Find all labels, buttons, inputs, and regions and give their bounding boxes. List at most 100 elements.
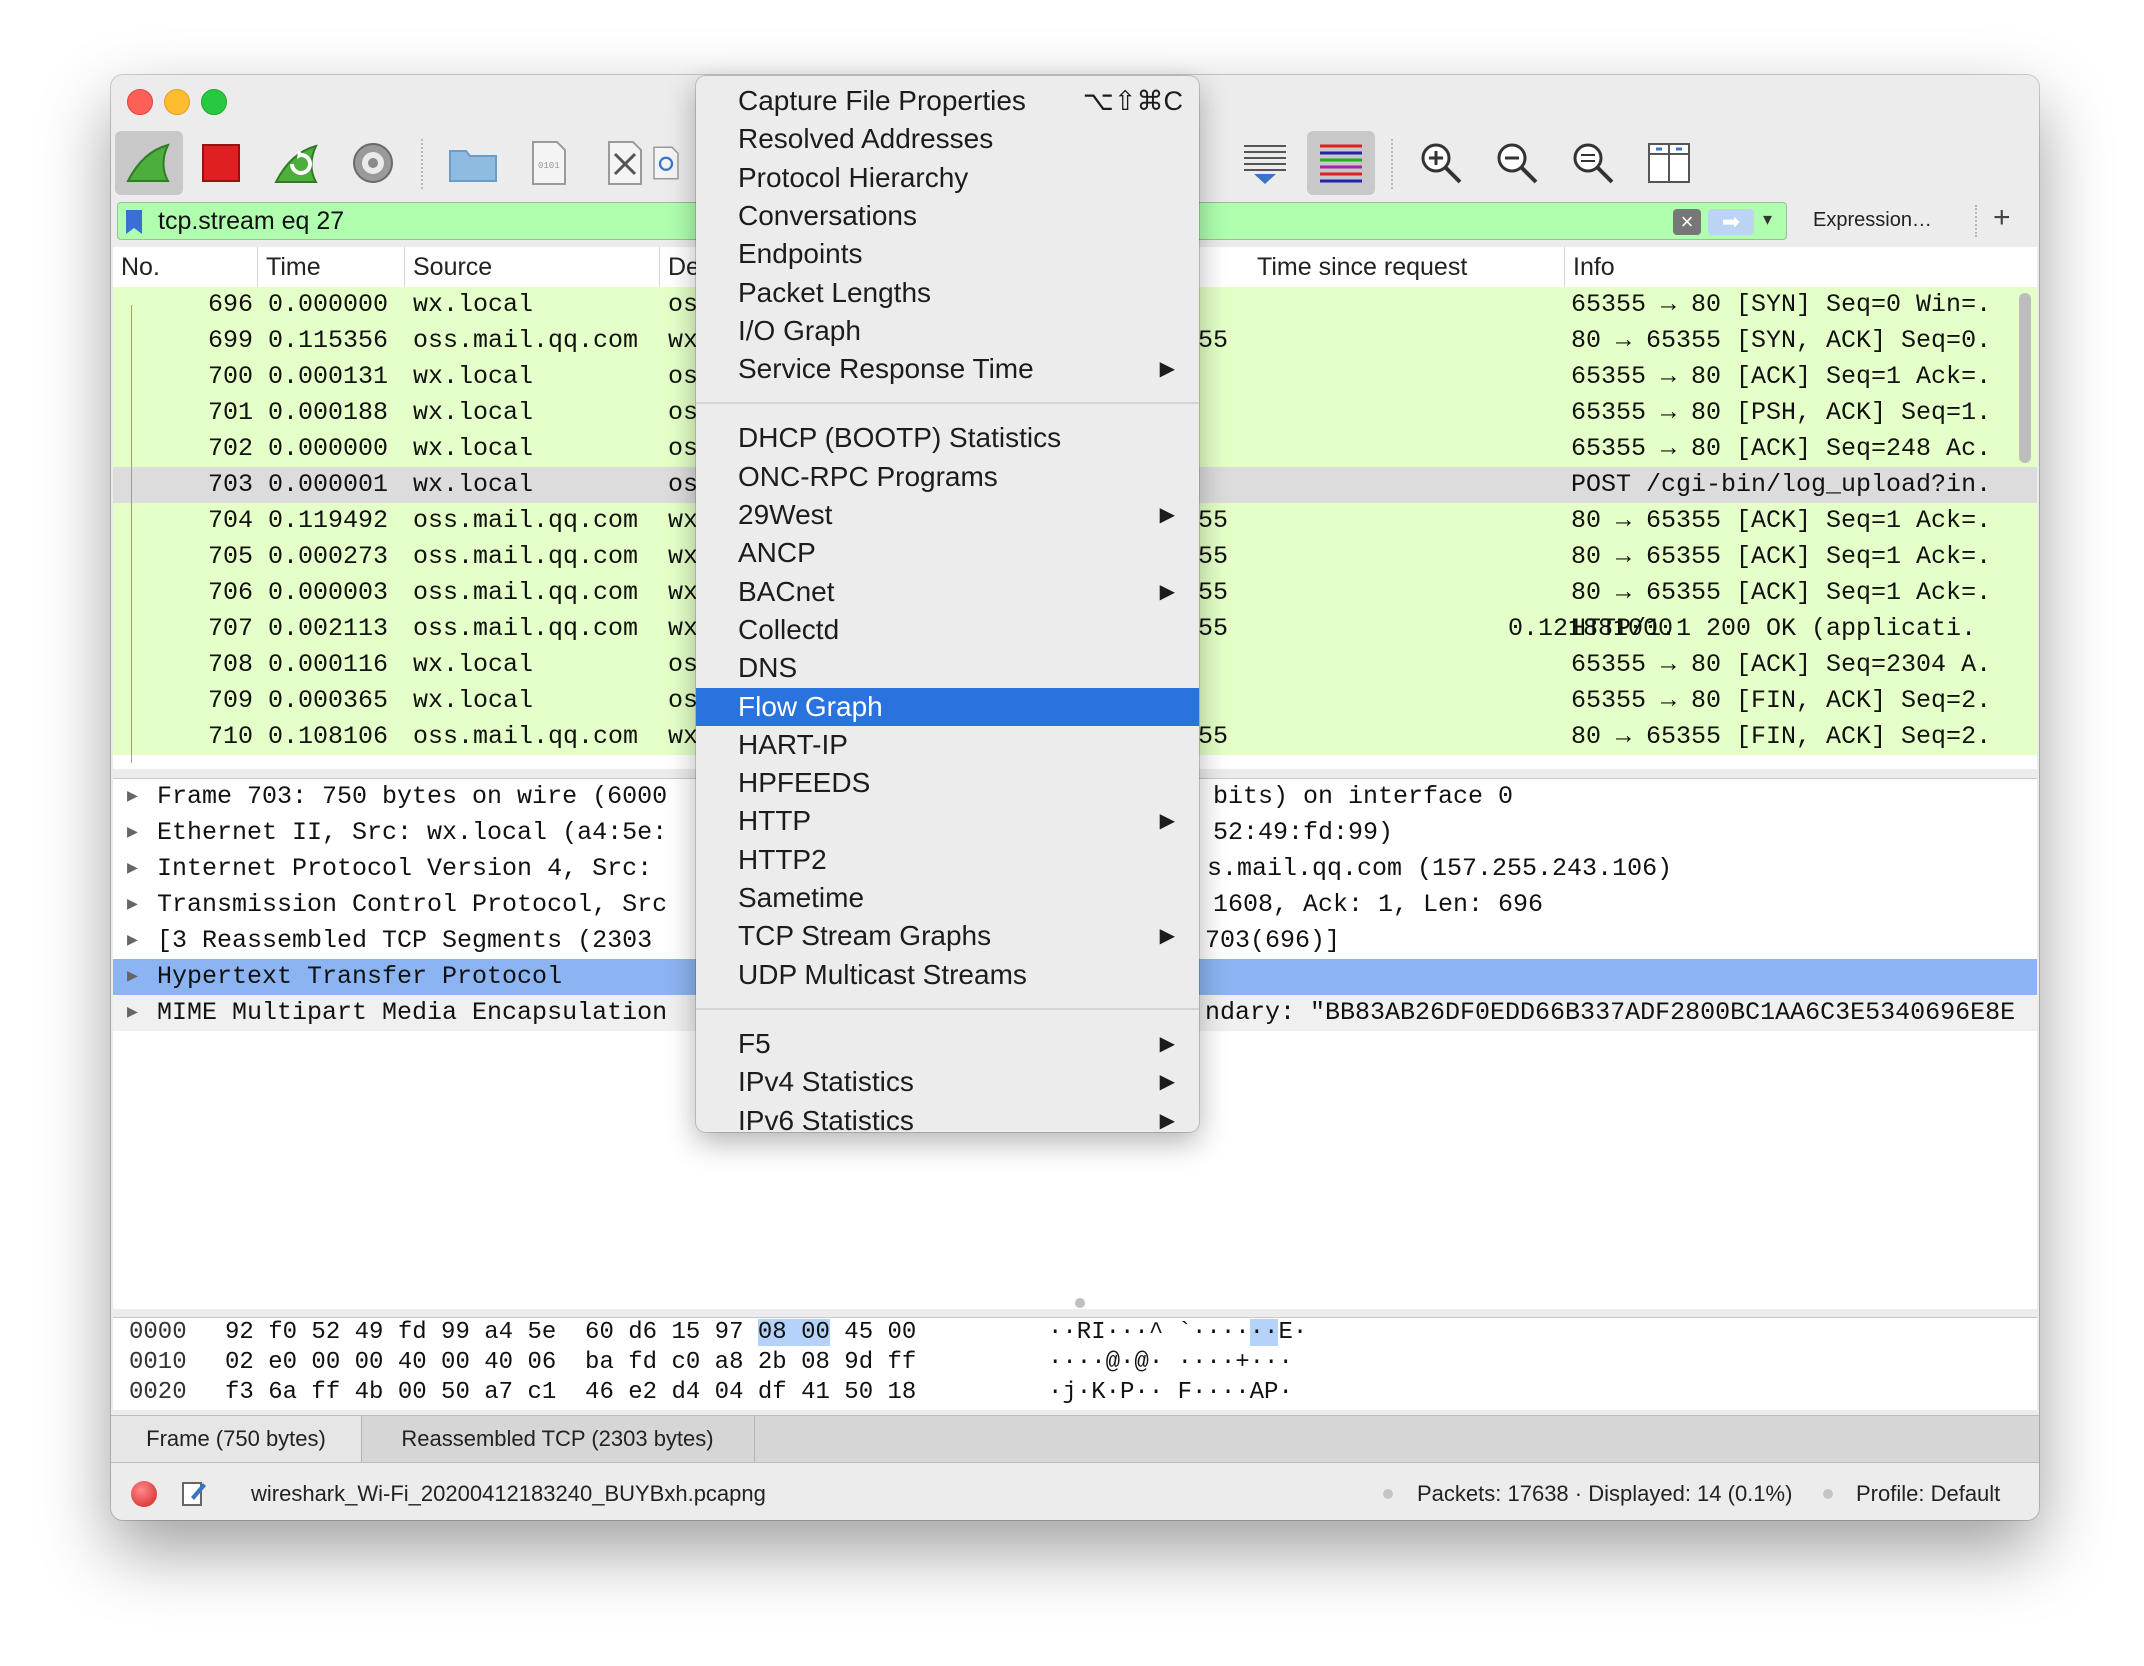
column-source[interactable]: Source	[405, 247, 660, 287]
filter-history-chevron-icon[interactable]: ▾	[1763, 209, 1772, 230]
menu-item-label: Resolved Addresses	[738, 123, 994, 155]
close-file-icon[interactable]	[591, 131, 659, 195]
submenu-arrow-icon: ▶	[1159, 1071, 1175, 1094]
menu-item-packet-lengths[interactable]: Packet Lengths	[696, 274, 1199, 312]
packet-cell-info: 65355 → 80 [FIN, ACK] Seq=2.	[1571, 686, 1992, 715]
pane-splitter-handle[interactable]	[1075, 1298, 1085, 1308]
menu-item-dhcp-bootp-statistics[interactable]: DHCP (BOOTP) Statistics	[696, 419, 1199, 457]
menu-item-resolved-addresses[interactable]: Resolved Addresses	[696, 120, 1199, 158]
column-no[interactable]: No.	[113, 247, 258, 287]
menu-item-hart-ip[interactable]: HART-IP	[696, 726, 1199, 764]
menu-item-endpoints[interactable]: Endpoints	[696, 235, 1199, 273]
zoom-window-button[interactable]	[201, 89, 227, 115]
menu-item-udp-multicast-streams[interactable]: UDP Multicast Streams	[696, 956, 1199, 994]
packet-cell-dst: os	[668, 650, 698, 679]
menu-item-ipv4-statistics[interactable]: IPv4 Statistics ▶	[696, 1063, 1199, 1101]
shark-fin-start-icon[interactable]	[115, 131, 183, 195]
packet-cell-no: 709	[207, 686, 253, 715]
apply-filter-icon[interactable]: ➡	[1708, 209, 1754, 235]
bookmark-icon[interactable]	[126, 210, 142, 234]
hex-bytes[interactable]: 02 e0 00 00 40 00 40 06 ba fd c0 a8 2b 0…	[225, 1348, 916, 1378]
status-separator-dot	[1383, 1489, 1393, 1499]
zoom-normal-icon[interactable]	[1559, 131, 1627, 195]
hex-bytes-part: f3 6a ff 4b 00 50 a7 c1 46 e2 d4 04 df 4…	[225, 1379, 917, 1406]
packet-cell-mid	[1198, 359, 1258, 395]
packet-bytes: 0000 92 f0 52 49 fd 99 a4 5e 60 d6 15 97 …	[113, 1317, 2037, 1410]
menu-item-f5[interactable]: F5 ▶	[696, 1025, 1199, 1063]
menu-item-capture-file-properties[interactable]: Capture File Properties ⌥⇧⌘C	[696, 82, 1199, 120]
zoom-out-icon[interactable]	[1483, 131, 1551, 195]
hex-bytes[interactable]: f3 6a ff 4b 00 50 a7 c1 46 e2 d4 04 df 4…	[225, 1378, 916, 1408]
hex-ascii[interactable]: ····@·@· ····+···	[1048, 1348, 1293, 1378]
column-info[interactable]: Info	[1565, 247, 2037, 287]
menu-item-hpfeeds[interactable]: HPFEEDS	[696, 764, 1199, 802]
hex-offset: 0010	[129, 1349, 187, 1376]
autoscroll-icon[interactable]	[1231, 131, 1299, 195]
menu-item-http[interactable]: HTTP ▶	[696, 802, 1199, 840]
packet-list-scrollbar[interactable]	[2019, 293, 2031, 463]
hex-offset: 0020	[129, 1379, 187, 1406]
disclosure-triangle-icon[interactable]: ▶	[127, 779, 138, 815]
hex-ascii[interactable]: ·j·K·P·· F····AP·	[1048, 1378, 1293, 1408]
add-filter-button[interactable]: +	[1993, 201, 2011, 235]
open-file-icon[interactable]	[439, 131, 507, 195]
tab-reassembled-tcp[interactable]: Reassembled TCP (2303 bytes)	[361, 1416, 755, 1462]
restart-capture-icon[interactable]	[263, 131, 331, 195]
menu-item-conversations[interactable]: Conversations	[696, 197, 1199, 235]
packet-cell-time: 0.000365	[268, 686, 389, 715]
tab-frame-bytes[interactable]: Frame (750 bytes)	[111, 1416, 362, 1462]
close-window-button[interactable]	[127, 89, 153, 115]
menu-item-i-o-graph[interactable]: I/O Graph	[696, 312, 1199, 350]
menu-item-ipv6-statistics[interactable]: IPv6 Statistics ▶	[696, 1102, 1199, 1140]
menu-item-sametime[interactable]: Sametime	[696, 879, 1199, 917]
reload-file-icon[interactable]	[651, 131, 681, 195]
capture-options-icon[interactable]	[339, 131, 407, 195]
expression-button[interactable]: Expression…	[1813, 209, 1932, 232]
disclosure-triangle-icon[interactable]: ▶	[127, 815, 138, 851]
hex-ascii[interactable]: ··RI···^ `······E·	[1048, 1318, 1307, 1348]
column-time[interactable]: Time	[258, 247, 405, 287]
menu-item-bacnet[interactable]: BACnet ▶	[696, 573, 1199, 611]
zoom-in-icon[interactable]	[1407, 131, 1475, 195]
menu-item-service-response-time[interactable]: Service Response Time ▶	[696, 350, 1199, 388]
menu-item-protocol-hierarchy[interactable]: Protocol Hierarchy	[696, 159, 1199, 197]
hex-bytes-highlight: 08 00	[757, 1319, 830, 1346]
menu-item-29west[interactable]: 29West ▶	[696, 496, 1199, 534]
resize-columns-icon[interactable]	[1635, 131, 1703, 195]
expert-info-icon[interactable]	[131, 1481, 157, 1507]
menu-item-label: Collectd	[738, 613, 840, 645]
menu-item-tcp-stream-graphs[interactable]: TCP Stream Graphs ▶	[696, 917, 1199, 955]
clear-filter-icon[interactable]: ×	[1673, 209, 1701, 235]
packet-cell-info: 65355 → 80 [ACK] Seq=248 Ac.	[1571, 434, 1992, 463]
packet-cell-time: 0.115356	[268, 326, 389, 355]
profile-selector[interactable]: Profile: Default	[1856, 1481, 2000, 1507]
disclosure-triangle-icon[interactable]: ▶	[127, 995, 138, 1031]
column-time-since-request[interactable]: Time since request	[1249, 247, 1565, 287]
detail-item-label: Transmission Control Protocol, Src	[157, 890, 668, 919]
colorize-icon[interactable]	[1307, 131, 1375, 195]
menu-item-label: HTTP	[738, 805, 812, 837]
save-file-icon[interactable]: 0101	[515, 131, 583, 195]
menu-item-ancp[interactable]: ANCP	[696, 534, 1199, 572]
packet-cell-no: 701	[207, 398, 253, 427]
hex-bytes[interactable]: 92 f0 52 49 fd 99 a4 5e 60 d6 15 97 08 0…	[225, 1318, 916, 1348]
stop-capture-icon[interactable]	[187, 131, 255, 195]
packet-cell-info: 80 → 65355 [FIN, ACK] Seq=2.	[1571, 722, 1992, 751]
menu-item-collectd[interactable]: Collectd	[696, 611, 1199, 649]
packet-cell-dst: os	[668, 398, 698, 427]
packet-cell-no: 699	[207, 326, 253, 355]
menu-item-flow-graph[interactable]: Flow Graph	[696, 687, 1199, 726]
menu-item-label: Endpoints	[738, 238, 863, 270]
menu-item-onc-rpc-programs[interactable]: ONC-RPC Programs	[696, 458, 1199, 496]
disclosure-triangle-icon[interactable]: ▶	[127, 959, 138, 995]
disclosure-triangle-icon[interactable]: ▶	[127, 887, 138, 923]
packet-cell-no: 704	[207, 506, 253, 535]
disclosure-triangle-icon[interactable]: ▶	[127, 851, 138, 887]
menu-item-http2[interactable]: HTTP2	[696, 841, 1199, 879]
minimize-window-button[interactable]	[164, 89, 190, 115]
packet-cell-src: wx.local	[413, 398, 534, 427]
svg-text:0101: 0101	[538, 161, 560, 171]
menu-item-dns[interactable]: DNS	[696, 649, 1199, 687]
disclosure-triangle-icon[interactable]: ▶	[127, 923, 138, 959]
capture-comment-icon[interactable]	[181, 1479, 207, 1507]
